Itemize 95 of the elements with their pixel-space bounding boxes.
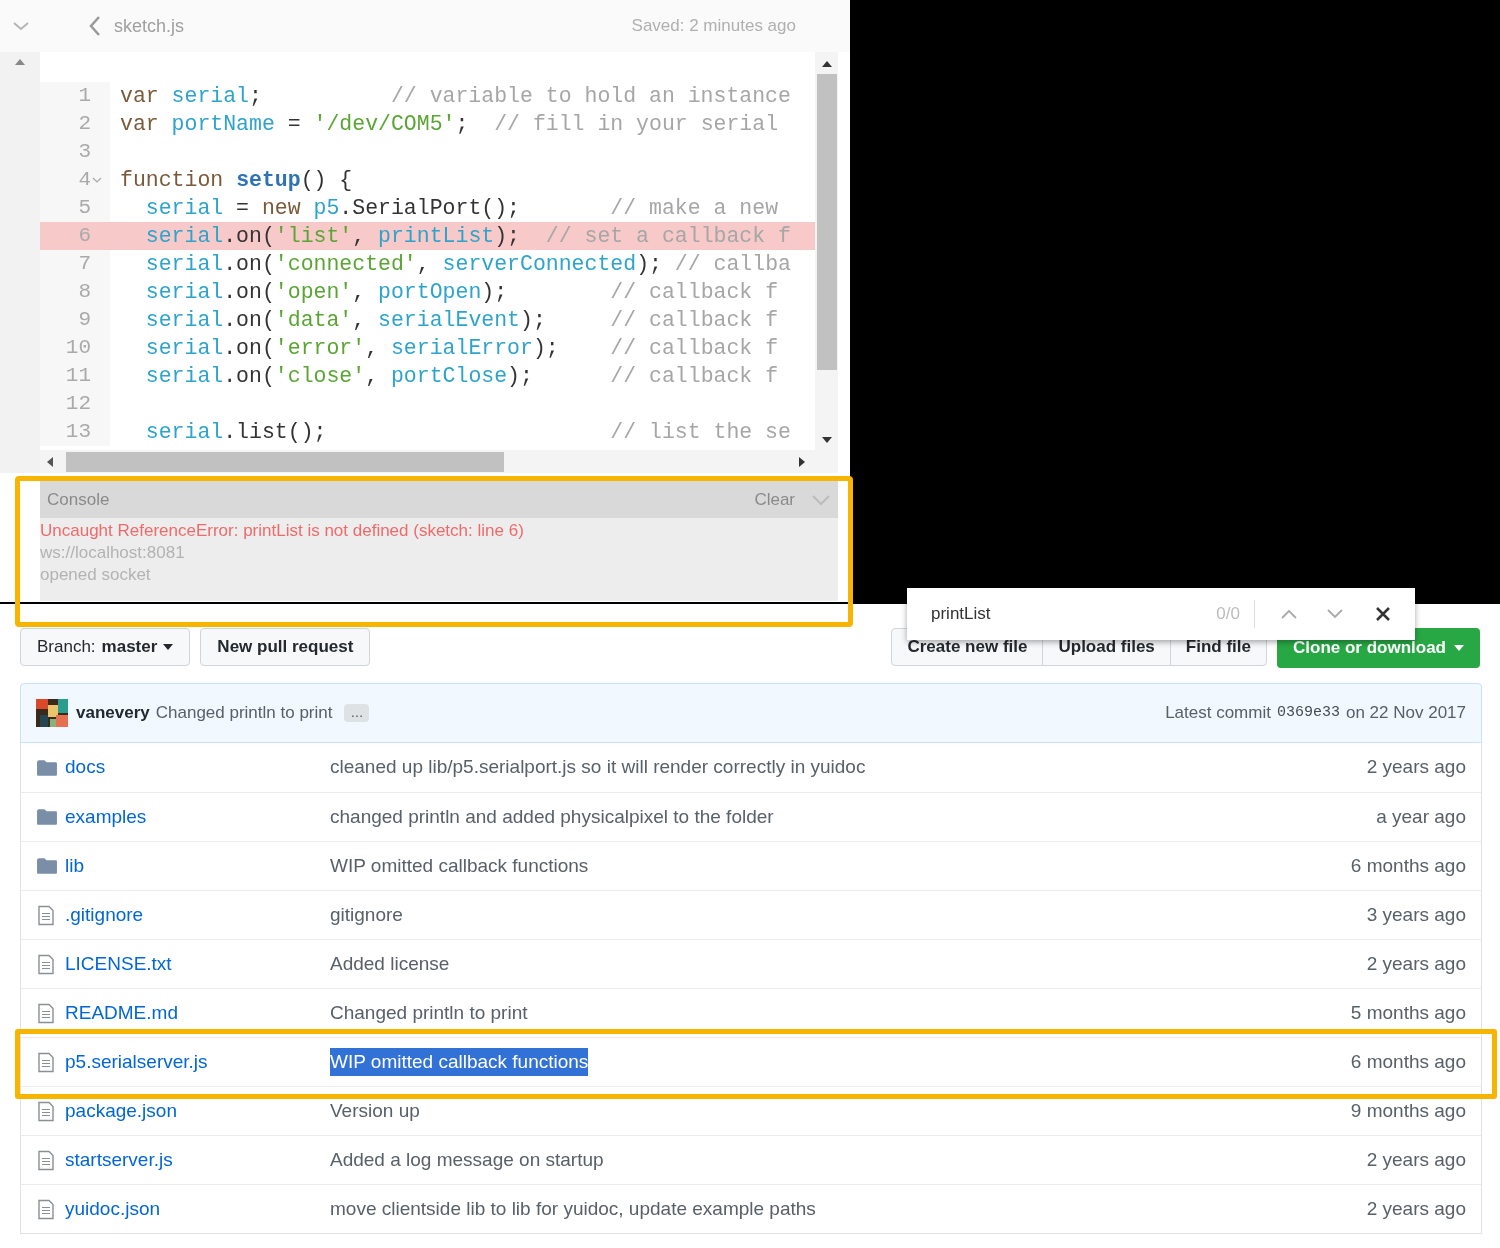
line-number: 7 bbox=[78, 251, 91, 278]
code-line: serial.list(); // list the se bbox=[144, 418, 791, 446]
branch-button[interactable]: Branch: master bbox=[20, 628, 191, 666]
fold-icon[interactable] bbox=[92, 177, 102, 183]
save-status: Saved: 2 minutes ago bbox=[631, 15, 796, 38]
line-number: 9 bbox=[78, 307, 91, 334]
file-link[interactable]: package.json bbox=[65, 1096, 177, 1126]
code-line: serial.on('error', serialError); // callback f bbox=[144, 334, 779, 362]
commit-age: 2 years ago bbox=[1366, 755, 1466, 780]
line-number: 1 bbox=[78, 83, 91, 110]
log-message: opened socket bbox=[40, 564, 152, 586]
commit-message-link[interactable]: Added a log message on startup bbox=[330, 1145, 604, 1175]
folder-icon bbox=[36, 758, 58, 777]
file-link[interactable]: yuidoc.json bbox=[65, 1194, 161, 1224]
code-line: serial.on('close', portClose); // callback f bbox=[144, 362, 779, 390]
file-link[interactable]: startserver.js bbox=[65, 1145, 173, 1175]
expand-button[interactable]: … bbox=[344, 704, 370, 722]
line-number: 11 bbox=[65, 363, 91, 390]
folder-icon bbox=[36, 808, 58, 826]
file-icon bbox=[36, 1198, 56, 1220]
commit-author[interactable]: vanevery bbox=[76, 700, 150, 726]
code-line: serial = new p5.SerialPort(); // make a new bbox=[144, 194, 779, 222]
commit-message-link[interactable]: changed println and added physicalpixel to the folder bbox=[330, 802, 774, 832]
commit-age: 2 years ago bbox=[1366, 1147, 1466, 1172]
horizontal-scrollbar[interactable] bbox=[40, 450, 838, 473]
caret-icon bbox=[1454, 645, 1464, 651]
line-number: 13 bbox=[65, 419, 91, 446]
commit-age: 6 months ago bbox=[1350, 853, 1466, 878]
code-line: function setup() { bbox=[120, 166, 353, 194]
commit-age: 9 months ago bbox=[1350, 1098, 1466, 1123]
file-link[interactable]: docs bbox=[65, 753, 106, 782]
folder-icon bbox=[36, 857, 58, 875]
commit-message-link[interactable]: Version up bbox=[330, 1096, 420, 1126]
line-number: 4 bbox=[78, 167, 91, 194]
commit-message[interactable]: Changed println to print bbox=[155, 700, 333, 726]
log-message: ws://localhost:8081 bbox=[40, 542, 186, 564]
file-icon bbox=[36, 904, 56, 926]
file-icon bbox=[36, 1149, 56, 1171]
file-link[interactable]: lib bbox=[65, 851, 84, 881]
scroll-right-icon[interactable] bbox=[798, 455, 806, 468]
back-icon[interactable] bbox=[88, 15, 102, 37]
commit-date: on 22 Nov 2017 bbox=[1345, 702, 1466, 725]
commit-age: 2 years ago bbox=[1366, 951, 1466, 976]
commit-age: a year ago bbox=[1376, 804, 1466, 829]
caret-icon bbox=[163, 644, 174, 650]
code-line: serial.on('open', portOpen); // callback f bbox=[144, 278, 779, 306]
scroll-left-icon[interactable] bbox=[46, 455, 54, 468]
vertical-scrollbar[interactable] bbox=[815, 52, 838, 450]
commit-message-link[interactable]: gitignore bbox=[330, 900, 403, 930]
commit-age: 6 months ago bbox=[1350, 1049, 1466, 1074]
file-icon bbox=[36, 1051, 56, 1073]
file-name: sketch.js bbox=[114, 14, 185, 38]
code-line: var serial; // variable to hold an instance bbox=[120, 82, 791, 110]
file-link[interactable]: README.md bbox=[65, 998, 178, 1028]
close-icon[interactable] bbox=[1375, 606, 1391, 622]
commit-age: 3 years ago bbox=[1366, 902, 1466, 927]
commit-message-link[interactable]: Added license bbox=[330, 949, 450, 979]
line-number: 12 bbox=[65, 391, 91, 418]
line-number: 10 bbox=[65, 335, 91, 362]
line-number: 2 bbox=[78, 111, 91, 138]
latest-commit-label: Latest commit bbox=[1165, 702, 1271, 725]
next-icon[interactable] bbox=[1327, 609, 1343, 619]
file-icon bbox=[36, 953, 56, 975]
commit-message-link[interactable]: move clientside lib to lib for yuidoc, update example paths bbox=[330, 1194, 816, 1224]
error-message: Uncaught ReferenceError: printList is not defined (sketch: line 6) bbox=[40, 520, 525, 542]
file-link[interactable]: .gitignore bbox=[65, 900, 144, 930]
console-title: Console bbox=[47, 488, 110, 511]
file-link[interactable]: p5.serialserver.js bbox=[65, 1047, 208, 1077]
line-number: 5 bbox=[78, 195, 91, 222]
previous-icon[interactable] bbox=[1281, 609, 1297, 619]
line-number: 6 bbox=[78, 223, 91, 250]
new-pull-request-button[interactable]: New pull request bbox=[200, 628, 371, 666]
scroll-down-icon[interactable] bbox=[820, 436, 833, 444]
commit-message-link[interactable]: WIP omitted callback functions bbox=[330, 1047, 589, 1077]
file-link[interactable]: LICENSE.txt bbox=[65, 949, 172, 979]
commit-age: 5 months ago bbox=[1350, 1000, 1466, 1025]
match-count: 0/0 bbox=[1216, 603, 1240, 626]
commit-message-link[interactable]: Changed println to print bbox=[330, 998, 528, 1028]
commit-sha[interactable]: 0369e33 bbox=[1276, 701, 1340, 725]
file-icon bbox=[36, 1002, 56, 1024]
commit-message-link[interactable]: WIP omitted callback functions bbox=[330, 851, 589, 881]
code-line: serial.on('data', serialEvent); // callback f bbox=[144, 306, 779, 334]
line-number: 8 bbox=[78, 279, 91, 306]
line-number: 3 bbox=[78, 139, 91, 166]
commit-message-link[interactable]: cleaned up lib/p5.serialport.js so it will render correctly in yuidoc bbox=[330, 753, 866, 782]
file-link[interactable]: examples bbox=[65, 802, 147, 832]
code-line: serial.on('connected', serverConnected); // callba bbox=[144, 250, 791, 278]
collapse-icon[interactable] bbox=[12, 20, 30, 32]
collapse-icon[interactable] bbox=[811, 493, 831, 506]
commit-age: 2 years ago bbox=[1366, 1196, 1466, 1221]
file-icon bbox=[36, 1100, 56, 1122]
code-line: serial.on('list', printList); // set a callback f bbox=[144, 222, 791, 250]
scroll-up-icon[interactable] bbox=[820, 60, 833, 68]
find-query[interactable]: printList bbox=[931, 601, 991, 627]
code-line: var portName = '/dev/COM5'; // fill in your serial bbox=[120, 110, 779, 138]
